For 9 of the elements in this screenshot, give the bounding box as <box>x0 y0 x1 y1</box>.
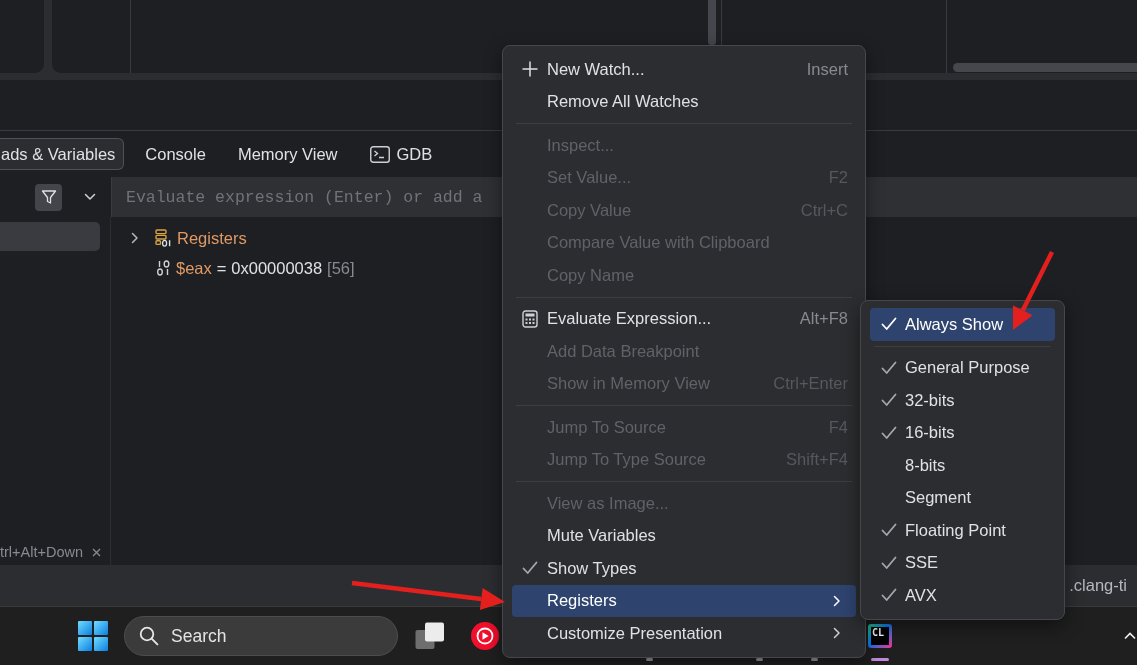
shortcut-label: Insert <box>806 59 848 79</box>
variable-name: $eax <box>176 258 212 278</box>
shortcut-hint: trl+Alt+Down <box>0 544 83 560</box>
equals-sign: = <box>216 258 227 278</box>
file-name: .clang-ti <box>1069 576 1127 595</box>
variable-name: Registers <box>177 228 247 248</box>
decimal-value: [56] <box>327 258 355 278</box>
shortcut-label: Alt+F8 <box>799 309 848 329</box>
variable-value: 0x00000038 <box>231 258 323 278</box>
